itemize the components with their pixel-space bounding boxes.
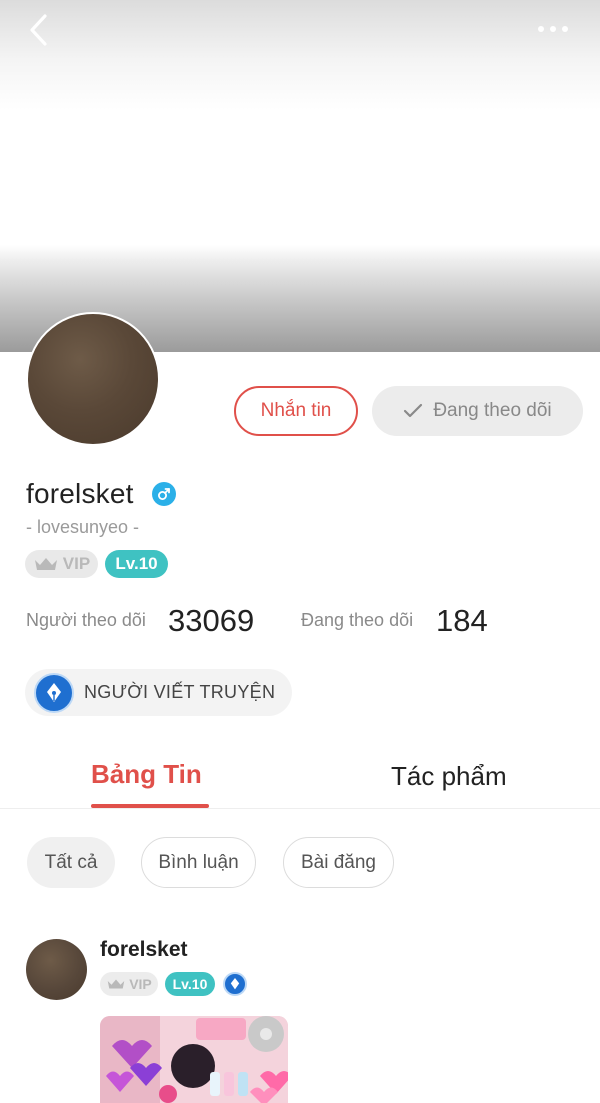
following-label: Đang theo dõi — [301, 610, 414, 630]
filter-all[interactable]: Tất cả — [27, 837, 115, 888]
more-options-button[interactable] — [528, 14, 578, 44]
post-vip-label: VIP — [129, 976, 152, 992]
followers-label: Người theo dõi — [26, 610, 146, 630]
message-button[interactable]: Nhắn tin — [234, 386, 358, 436]
post-author-avatar[interactable] — [26, 939, 87, 1000]
filter-all-label: Tất cả — [44, 851, 98, 873]
cover-banner — [0, 0, 600, 352]
post-level-badge: Lv.10 — [165, 972, 215, 996]
crown-icon — [34, 558, 57, 570]
post-vip-badge: VIP — [100, 972, 158, 996]
pen-nib-icon — [34, 672, 74, 713]
vip-badge: VIP — [25, 550, 98, 578]
following-button[interactable]: Đang theo dõi — [372, 386, 583, 436]
post-collage-graphic — [100, 1016, 288, 1103]
chevron-left-icon — [30, 14, 47, 46]
filter-posts-label: Bài đăng — [300, 851, 376, 873]
following-button-label: Đang theo dõi — [433, 400, 552, 421]
following-count[interactable]: 184 — [436, 603, 488, 639]
level-badge: Lv.10 — [105, 550, 168, 578]
back-button[interactable] — [18, 10, 58, 50]
profile-username: forelsket — [26, 478, 134, 509]
post-author-name[interactable]: forelsket — [100, 938, 188, 962]
followers-count[interactable]: 33069 — [168, 603, 254, 639]
profile-tagline: - lovesunyeo - — [26, 517, 140, 537]
tab-works-label: Tác phẩm — [391, 761, 507, 791]
male-icon — [152, 482, 176, 506]
crown-icon — [107, 979, 125, 989]
post-image[interactable] — [100, 1016, 288, 1103]
writer-role-label: NGƯỜI VIẾT TRUYỆN — [84, 682, 276, 702]
post-level-label: Lv.10 — [172, 976, 208, 992]
message-button-label: Nhắn tin — [260, 400, 332, 421]
check-icon — [404, 403, 423, 418]
writer-role-badge[interactable]: NGƯỜI VIẾT TRUYỆN — [25, 669, 292, 716]
filter-posts[interactable]: Bài đăng — [283, 837, 394, 888]
filter-comments[interactable]: Bình luận — [141, 837, 256, 888]
profile-avatar[interactable] — [26, 312, 160, 446]
pen-nib-icon — [223, 972, 247, 996]
tabs-divider — [0, 808, 600, 809]
tab-works[interactable]: Tác phẩm — [391, 761, 507, 792]
level-label: Lv.10 — [115, 554, 158, 573]
tab-news-feed-label: Bảng Tin — [91, 759, 202, 789]
more-dots-icon — [538, 26, 544, 32]
vip-label: VIP — [62, 554, 91, 573]
filter-comments-label: Bình luận — [158, 851, 239, 873]
tab-news-feed[interactable]: Bảng Tin — [91, 759, 202, 790]
